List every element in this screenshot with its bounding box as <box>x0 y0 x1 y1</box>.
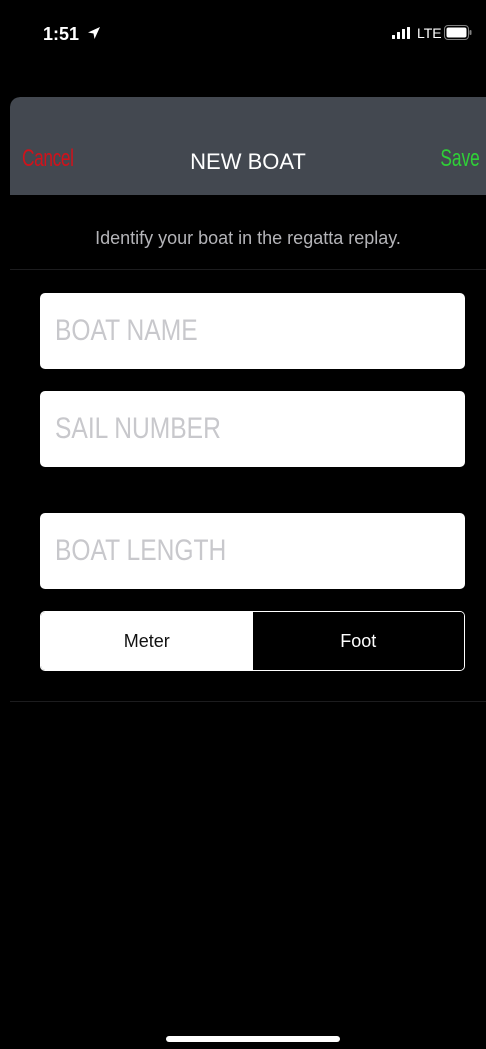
divider <box>10 701 486 702</box>
boat-name-field-container <box>40 293 465 369</box>
subtitle: Identify your boat in the regatta replay… <box>95 228 401 248</box>
boat-name-field[interactable] <box>55 293 383 369</box>
unit-option-meter[interactable]: Meter <box>41 612 253 670</box>
location-arrow-icon <box>88 27 100 39</box>
sail-number-field-container <box>40 391 465 467</box>
unit-segmented-control: Meter Foot <box>40 611 465 671</box>
status-time: 1:51 <box>43 24 80 44</box>
boat-length-field[interactable] <box>55 513 383 589</box>
status-bar: 1:51 LTE <box>0 0 486 60</box>
boat-length-field-container <box>40 513 465 589</box>
home-indicator[interactable] <box>166 1036 340 1042</box>
nav-bar: Cancel NEW BOAT Save <box>10 97 486 195</box>
signal-icon <box>392 27 410 39</box>
network-label: LTE <box>417 25 442 41</box>
save-button[interactable]: Save <box>441 145 480 173</box>
unit-option-foot[interactable]: Foot <box>252 612 464 670</box>
battery-icon <box>444 25 472 40</box>
page-title: NEW BOAT <box>190 149 306 174</box>
new-boat-sheet: Cancel NEW BOAT Save Identify your boat … <box>10 97 486 1049</box>
sail-number-field[interactable] <box>55 391 383 467</box>
divider <box>10 269 486 270</box>
